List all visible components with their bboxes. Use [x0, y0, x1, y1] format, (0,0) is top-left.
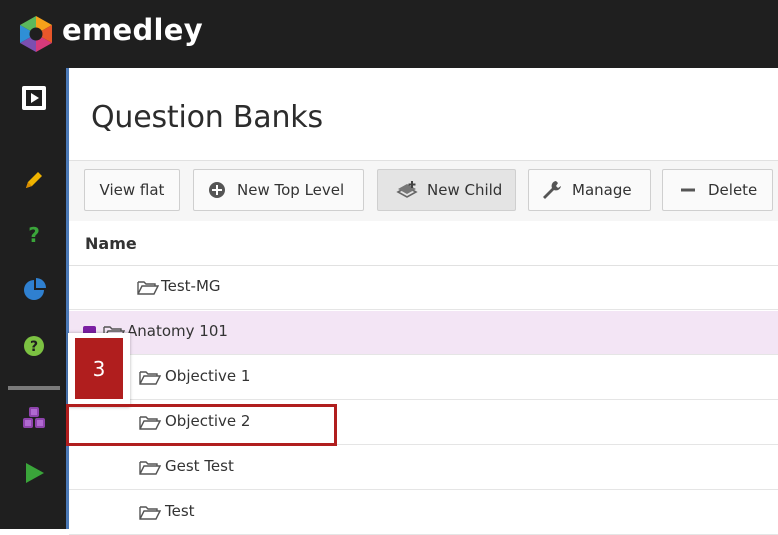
delete-label: Delete — [708, 181, 758, 199]
sidebar-item-play[interactable] — [0, 76, 68, 120]
play-triangle-icon — [26, 463, 44, 483]
new-child-button[interactable]: New Child — [377, 169, 516, 211]
page-title: Question Banks — [91, 100, 323, 135]
sidebar-item-reports[interactable] — [0, 268, 68, 312]
cubes-icon — [23, 407, 45, 428]
pie-chart-icon — [24, 278, 46, 300]
tree-row-label: Anatomy 101 — [127, 322, 228, 340]
view-flat-label: View flat — [99, 181, 165, 199]
step-callout-number: 3 — [75, 338, 123, 399]
view-flat-button[interactable]: View flat — [84, 169, 180, 211]
highlight-box — [66, 404, 337, 446]
folder-open-icon — [139, 371, 161, 385]
sidebar-item-help[interactable]: ? — [0, 324, 68, 368]
brand-name: emedley — [62, 13, 203, 47]
sidebar-item-author[interactable] — [0, 158, 68, 202]
wrench-icon — [541, 179, 563, 201]
column-header-name[interactable]: Name — [85, 234, 137, 253]
emedley-logo-icon — [20, 16, 52, 52]
sidebar: ? ? — [0, 68, 69, 529]
tree-row-label: Test — [165, 502, 195, 520]
question-mark-icon: ? — [28, 223, 40, 247]
new-top-level-label: New Top Level — [237, 181, 345, 199]
manage-button[interactable]: Manage — [528, 169, 651, 211]
folder-open-icon — [139, 506, 161, 520]
manage-label: Manage — [572, 181, 632, 199]
new-child-label: New Child — [427, 181, 503, 199]
grid-header: Name — [69, 221, 778, 266]
add-layer-icon — [396, 179, 418, 201]
folder-open-icon — [137, 281, 159, 295]
sidebar-item-questions[interactable]: ? — [0, 213, 68, 257]
pencil-icon — [26, 172, 42, 188]
tree-row-label: Gest Test — [165, 457, 234, 475]
tree-row-label: Objective 1 — [165, 367, 251, 385]
delete-button[interactable]: Delete — [662, 169, 773, 211]
sidebar-item-question-banks[interactable] — [0, 396, 68, 440]
svg-text:?: ? — [30, 339, 38, 355]
tree-row[interactable]: Gest Test — [69, 446, 778, 490]
tree-row[interactable]: Objective 1 — [69, 356, 778, 400]
main-content: Question Banks View flat New Top Level N… — [69, 68, 778, 535]
tree-row[interactable]: Test-MG — [69, 266, 778, 310]
new-top-level-button[interactable]: New Top Level — [193, 169, 364, 211]
tree-row[interactable]: Test — [69, 491, 778, 535]
help-circle-icon: ? — [24, 336, 44, 356]
top-bar: emedley — [0, 0, 778, 68]
sidebar-item-run[interactable] — [0, 451, 68, 495]
minus-icon — [677, 179, 699, 201]
toolbar: View flat New Top Level New Child Manage… — [69, 160, 778, 222]
plus-circle-icon — [206, 179, 228, 201]
sidebar-separator — [8, 386, 60, 390]
folder-open-icon — [139, 461, 161, 475]
tree-row-label: Test-MG — [161, 277, 221, 295]
tree-row-selected[interactable]: Anatomy 101 — [69, 311, 778, 355]
play-box-icon — [22, 86, 46, 110]
